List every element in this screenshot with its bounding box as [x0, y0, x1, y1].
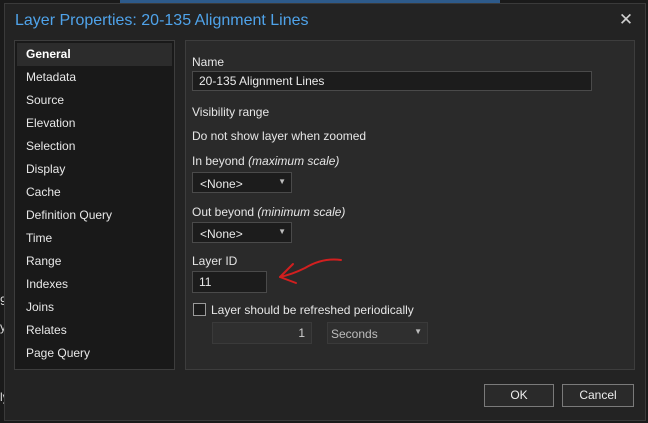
ok-button[interactable]: OK [484, 384, 554, 407]
close-icon[interactable]: ✕ [617, 11, 635, 29]
in-beyond-value: <None> [200, 177, 243, 191]
chevron-down-icon: ▼ [278, 177, 286, 186]
nav-item-indexes[interactable]: Indexes [15, 273, 174, 296]
nav-item-definition-query[interactable]: Definition Query [15, 204, 174, 227]
red-arrow-annotation [279, 258, 342, 284]
refresh-checkbox[interactable] [193, 303, 206, 316]
refresh-unit-value: Seconds [331, 327, 378, 341]
nav-item-selection[interactable]: Selection [15, 135, 174, 158]
in-beyond-label: In beyond (maximum scale) [192, 154, 339, 168]
nav-item-time[interactable]: Time [15, 227, 174, 250]
name-label: Name [192, 55, 225, 69]
nav-item-metadata[interactable]: Metadata [15, 66, 174, 89]
name-field[interactable] [192, 71, 592, 91]
cancel-button[interactable]: Cancel [562, 384, 634, 407]
out-beyond-label-text: Out beyond [192, 205, 255, 219]
dialog-titlebar[interactable]: Layer Properties: 20-135 Alignment Lines… [5, 4, 645, 38]
nav-item-source[interactable]: Source [15, 89, 174, 112]
out-beyond-value: <None> [200, 227, 243, 241]
chevron-down-icon: ▼ [278, 227, 286, 236]
nav-item-page-query[interactable]: Page Query [15, 342, 174, 365]
out-beyond-hint: (minimum scale) [257, 205, 346, 219]
nav-item-range[interactable]: Range [15, 250, 174, 273]
nav-item-general[interactable]: General [17, 43, 172, 66]
refresh-interval-field[interactable] [212, 322, 312, 344]
layer-id-label: Layer ID [192, 254, 238, 268]
nav-item-cache[interactable]: Cache [15, 181, 174, 204]
visibility-range-label: Visibility range [192, 105, 270, 119]
general-panel: Name Visibility range Do not show layer … [185, 40, 635, 370]
nav-item-elevation[interactable]: Elevation [15, 112, 174, 135]
refresh-label: Layer should be refreshed periodically [211, 303, 414, 317]
chevron-down-icon: ▼ [414, 327, 422, 336]
in-beyond-label-text: In beyond [192, 154, 245, 168]
nav-item-relates[interactable]: Relates [15, 319, 174, 342]
out-beyond-label: Out beyond (minimum scale) [192, 205, 345, 219]
out-beyond-dropdown[interactable]: <None> ▼ [192, 222, 292, 243]
in-beyond-dropdown[interactable]: <None> ▼ [192, 172, 292, 193]
refresh-unit-dropdown[interactable]: Seconds ▼ [327, 322, 428, 344]
properties-nav-list: General Metadata Source Elevation Select… [14, 40, 175, 370]
dialog-title: Layer Properties: 20-135 Alignment Lines [15, 12, 309, 29]
layer-properties-dialog: Layer Properties: 20-135 Alignment Lines… [4, 3, 646, 421]
do-not-show-label: Do not show layer when zoomed [192, 129, 367, 143]
nav-item-display[interactable]: Display [15, 158, 174, 181]
in-beyond-hint: (maximum scale) [248, 154, 340, 168]
nav-item-joins[interactable]: Joins [15, 296, 174, 319]
layer-id-field[interactable] [192, 271, 267, 293]
